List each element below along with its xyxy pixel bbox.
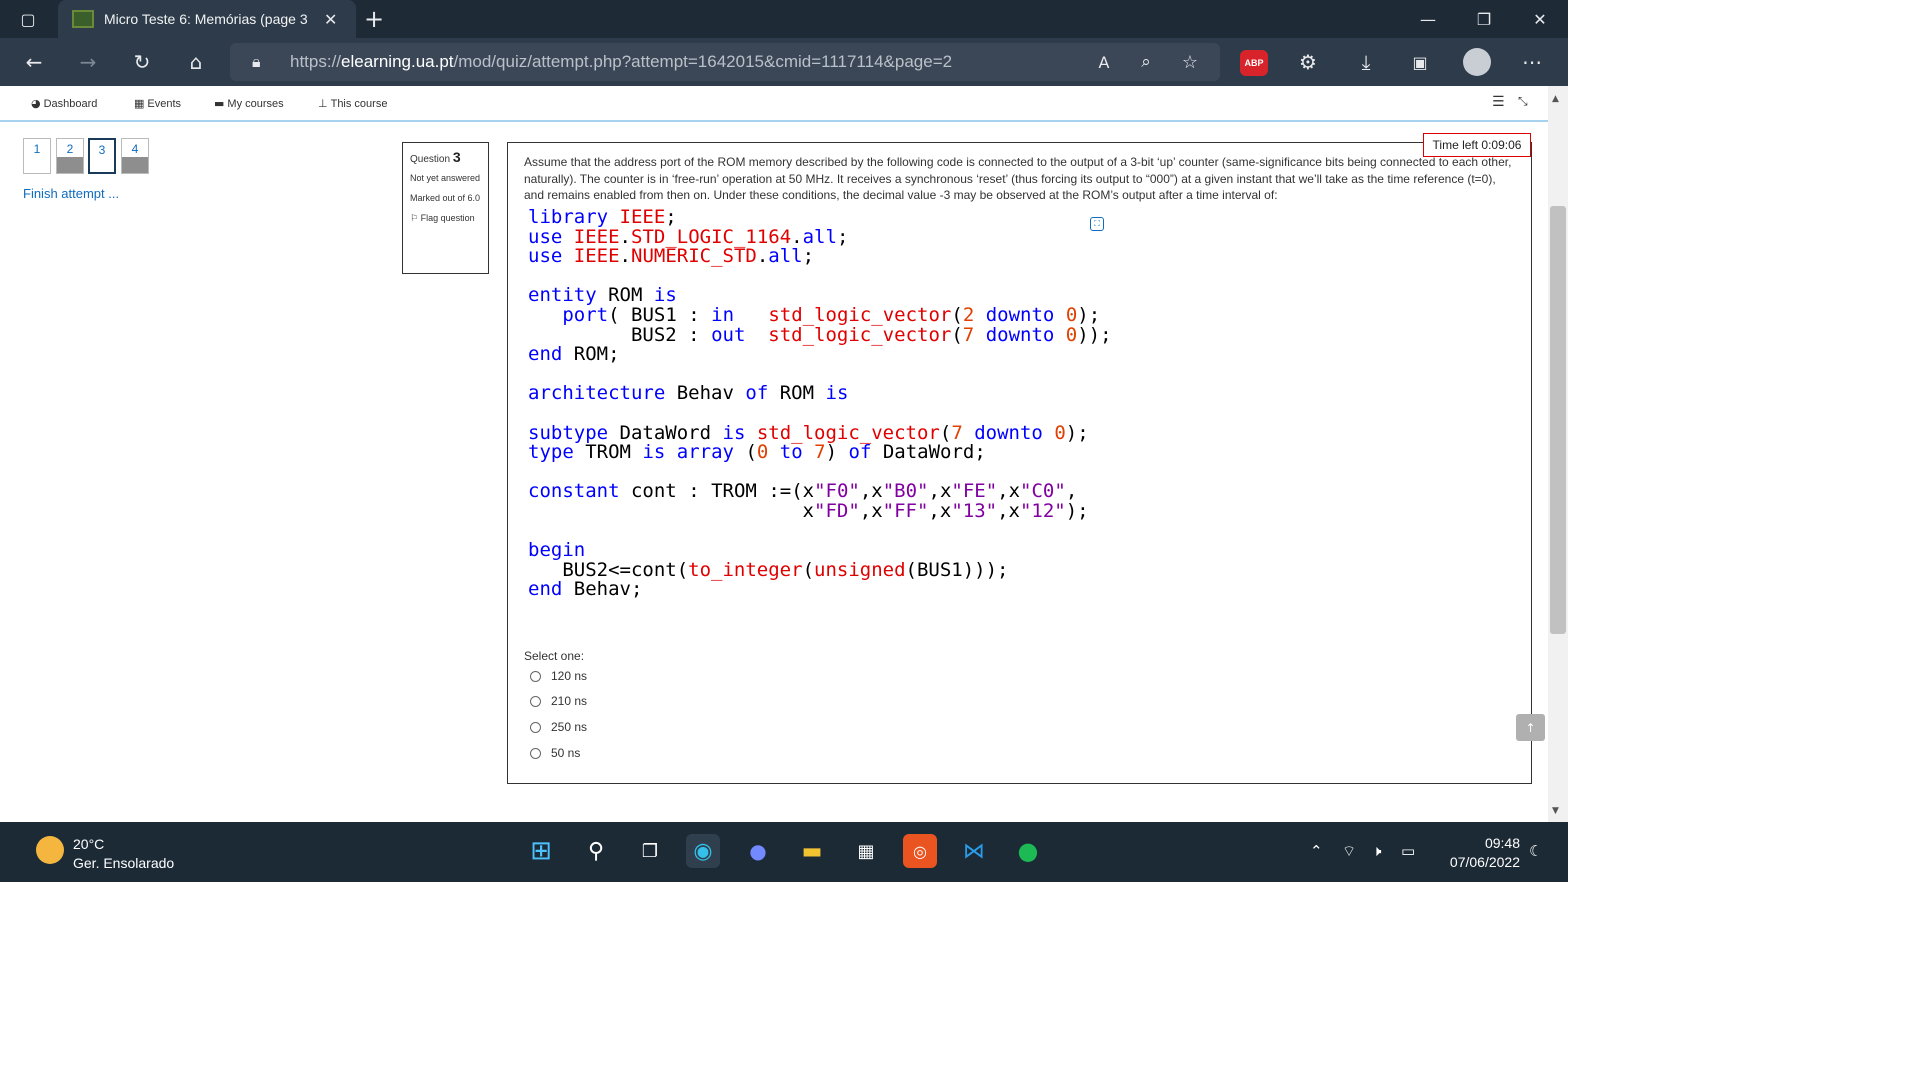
adblock-plus-icon[interactable]: ABP bbox=[1240, 50, 1268, 76]
browser-tab-bar: ▢ Micro Teste 6: Memórias (page 3 ✕ + — … bbox=[0, 0, 1568, 38]
page-scrollbar[interactable]: ▲ ▼ bbox=[1548, 86, 1568, 822]
discord-icon[interactable]: ● bbox=[741, 834, 775, 868]
tab-title: Micro Teste 6: Memórias (page 3 bbox=[104, 11, 308, 27]
finish-attempt-link[interactable]: Finish attempt ... bbox=[23, 186, 119, 201]
nav-this-course[interactable]: ⊥ This course bbox=[318, 97, 387, 110]
nav-dashboard[interactable]: ◕ Dashboard bbox=[31, 97, 97, 110]
vscode-icon[interactable]: ⋈ bbox=[957, 834, 991, 868]
file-explorer-icon[interactable]: ▬ bbox=[795, 834, 829, 868]
blocks-toggle-icon[interactable]: ☰ bbox=[1492, 94, 1505, 110]
radio-button[interactable] bbox=[530, 721, 541, 733]
tab-actions-icon[interactable]: ▢ bbox=[0, 0, 56, 38]
minimize-icon[interactable]: — bbox=[1400, 0, 1456, 38]
wifi-icon[interactable]: ⌔ bbox=[1342, 842, 1356, 861]
refresh-icon[interactable]: ↻ bbox=[126, 46, 158, 78]
zoom-icon[interactable]: ⌕ bbox=[1130, 46, 1162, 78]
quiz-nav-question-1[interactable]: 1 bbox=[23, 138, 51, 174]
forward-icon[interactable]: → bbox=[72, 46, 104, 78]
restore-icon[interactable]: ❐ bbox=[1456, 0, 1512, 38]
browser-toolbar: ← → ↻ ⌂ 🔒︎ https://elearning.ua.pt/mod/q… bbox=[0, 38, 1568, 86]
address-url[interactable]: https://elearning.ua.pt/mod/quiz/attempt… bbox=[290, 52, 952, 72]
profile-avatar[interactable] bbox=[1463, 48, 1491, 76]
nav-my-courses[interactable]: ▬ My courses bbox=[214, 97, 284, 110]
sitemap-icon: ⊥ bbox=[318, 97, 328, 110]
battery-icon[interactable]: ▭ bbox=[1401, 842, 1415, 860]
close-window-icon[interactable]: ✕ bbox=[1512, 0, 1568, 38]
fullscreen-collapse-icon[interactable]: ⤡ bbox=[1518, 94, 1528, 109]
answered-indicator bbox=[57, 157, 83, 173]
downloads-icon[interactable]: ⤓ bbox=[1350, 46, 1382, 78]
quiz-nav-question-2[interactable]: 2 bbox=[56, 138, 84, 174]
system-clock[interactable]: 09:48 07/06/2022 bbox=[1430, 834, 1520, 872]
notifications-icon[interactable]: ☾ bbox=[1529, 842, 1542, 860]
scroll-down-icon[interactable]: ▼ bbox=[1552, 806, 1559, 816]
math-solver-icon[interactable]: ▣ bbox=[1404, 46, 1436, 78]
answer-option-2[interactable]: 210 ns bbox=[530, 694, 587, 708]
lock-icon: 🔒︎ bbox=[252, 52, 261, 71]
address-bar[interactable]: 🔒︎ https://elearning.ua.pt/mod/quiz/atte… bbox=[230, 43, 1220, 81]
scroll-thumb[interactable] bbox=[1550, 206, 1566, 634]
tab-favicon-icon bbox=[72, 10, 94, 28]
answer-option-1[interactable]: 120 ns bbox=[530, 669, 587, 683]
flag-icon: ⚐ bbox=[410, 214, 419, 224]
question-state: Not yet answered bbox=[410, 173, 481, 183]
browser-tab[interactable]: Micro Teste 6: Memórias (page 3 ✕ bbox=[58, 0, 356, 38]
radio-button[interactable] bbox=[530, 695, 541, 707]
vhdl-code-block: library IEEE; use IEEE.STD_LOGIC_1164.al… bbox=[528, 206, 1112, 601]
home-icon[interactable]: ⌂ bbox=[180, 46, 212, 78]
question-number: Question 3 bbox=[410, 149, 461, 165]
radio-button[interactable] bbox=[530, 747, 541, 759]
weather-sun-icon[interactable] bbox=[36, 836, 64, 864]
tab-close-icon[interactable]: ✕ bbox=[324, 10, 337, 29]
question-info-box: Question 3 Not yet answered Marked out o… bbox=[402, 142, 489, 274]
more-icon[interactable]: ⋯ bbox=[1516, 46, 1548, 78]
question-grade: Marked out of 6.0 bbox=[410, 193, 481, 203]
scroll-up-icon[interactable]: ▲ bbox=[1552, 94, 1559, 104]
store-icon[interactable]: ▦ bbox=[849, 834, 883, 868]
quiz-nav-question-4[interactable]: 4 bbox=[121, 138, 149, 174]
answer-option-3[interactable]: 250 ns bbox=[530, 720, 587, 734]
spotify-icon[interactable]: ● bbox=[1011, 834, 1045, 868]
courses-icon: ▬ bbox=[214, 97, 225, 110]
weather-description[interactable]: Ger. Ensolarado bbox=[73, 855, 174, 871]
question-text: Assume that the address port of the ROM … bbox=[524, 155, 1512, 202]
select-one-label: Select one: bbox=[524, 649, 585, 663]
back-to-top-button[interactable]: ↑ bbox=[1516, 714, 1545, 741]
read-aloud-icon[interactable]: A bbox=[1088, 46, 1120, 78]
task-view-icon[interactable]: ❐ bbox=[633, 834, 667, 868]
ubuntu-icon[interactable]: ◎ bbox=[903, 834, 937, 868]
moodle-navbar: ◕ Dashboard ▦ Events ▬ My courses ⊥ This cou… bbox=[0, 86, 1548, 122]
add-favorite-icon[interactable]: ☆ bbox=[1174, 46, 1206, 78]
calendar-icon: ▦ bbox=[134, 97, 145, 110]
flag-question[interactable]: ⚐ Flag question bbox=[410, 211, 481, 226]
extensions-icon[interactable]: ⚙ bbox=[1292, 46, 1324, 78]
start-icon[interactable]: ⊞ bbox=[524, 834, 558, 868]
dashboard-icon: ◕ bbox=[31, 97, 41, 110]
quiz-nav-question-3[interactable]: 3 bbox=[88, 138, 116, 174]
windows-taskbar: 20°C Ger. Ensolarado ⊞ ⚲ ❐ ◉ ● ▬ ▦ ◎ ⋈ ●… bbox=[0, 822, 1568, 882]
answer-option-4[interactable]: 50 ns bbox=[530, 746, 580, 760]
edge-icon[interactable]: ◉ bbox=[686, 834, 720, 868]
back-icon[interactable]: ← bbox=[18, 46, 50, 78]
tray-overflow-icon[interactable]: ⌃ bbox=[1310, 842, 1323, 860]
search-icon[interactable]: ⚲ bbox=[579, 834, 613, 868]
answered-indicator bbox=[122, 157, 148, 173]
volume-muted-icon[interactable]: 🕨︎ bbox=[1372, 842, 1381, 860]
weather-temperature[interactable]: 20°C bbox=[73, 836, 104, 852]
new-tab-icon[interactable]: + bbox=[360, 4, 388, 34]
nav-events[interactable]: ▦ Events bbox=[134, 97, 181, 110]
radio-button[interactable] bbox=[530, 670, 541, 682]
